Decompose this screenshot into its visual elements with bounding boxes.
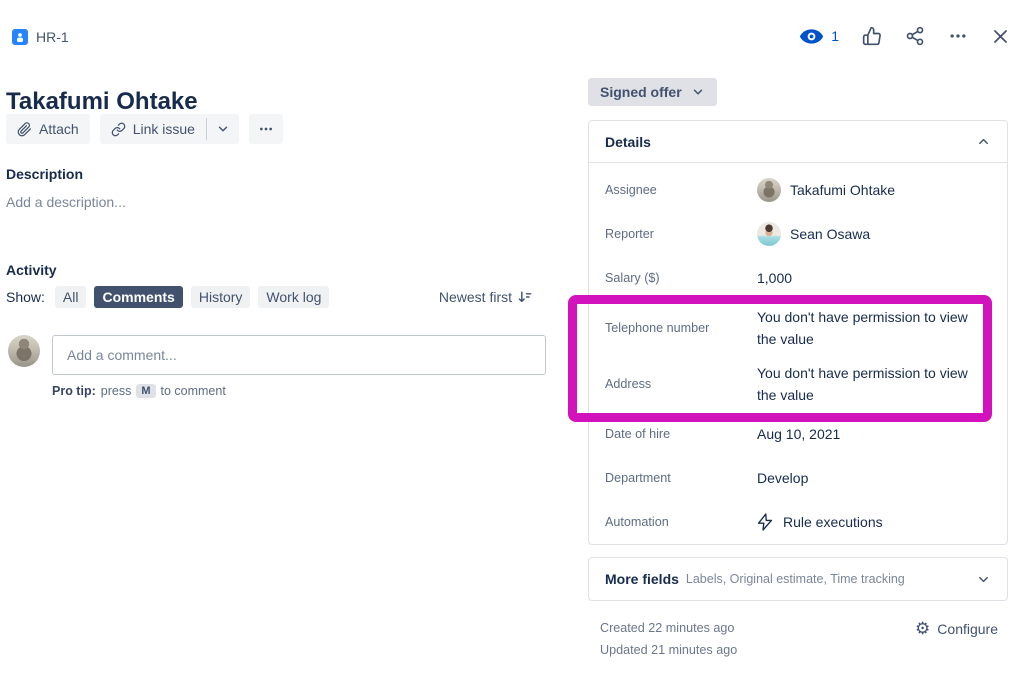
sort-order-button[interactable]: Newest first	[439, 289, 533, 305]
details-panel-header[interactable]: Details	[589, 121, 1007, 163]
protip-prefix: Pro tip:	[52, 384, 96, 398]
field-label: Department	[605, 471, 757, 485]
link-issue-button-group: Link issue	[100, 114, 239, 144]
field-label: Date of hire	[605, 427, 757, 441]
protip-press: press	[101, 384, 132, 398]
sort-label: Newest first	[439, 289, 512, 305]
protip-suffix: to comment	[161, 384, 226, 398]
field-label: Reporter	[605, 227, 757, 241]
field-label: Automation	[605, 515, 757, 529]
field-row-department: Department Develop	[605, 456, 991, 500]
attach-label: Attach	[39, 121, 79, 137]
assignee-avatar	[757, 178, 781, 202]
chevron-down-icon	[691, 85, 705, 99]
link-issue-button[interactable]: Link issue	[100, 114, 206, 144]
details-fields: Assignee Takafumi Ohtake Reporter Sean O…	[589, 163, 1007, 544]
reporter-name: Sean Osawa	[790, 223, 870, 245]
details-heading: Details	[605, 134, 651, 150]
keyboard-key-badge: M	[136, 384, 155, 398]
activity-heading: Activity	[6, 262, 57, 278]
description-heading: Description	[6, 166, 83, 182]
chevron-down-icon	[976, 572, 991, 587]
gear-icon: ⚙	[915, 620, 930, 637]
show-label: Show:	[6, 289, 45, 305]
issue-type-icon	[12, 29, 28, 45]
attach-button[interactable]: Attach	[6, 114, 90, 144]
tab-comments[interactable]: Comments	[94, 286, 182, 308]
close-icon[interactable]	[991, 27, 1010, 46]
salary-value[interactable]: 1,000	[757, 267, 991, 289]
configure-label: Configure	[937, 621, 998, 637]
toolbar-more-button[interactable]	[249, 114, 283, 144]
link-issue-dropdown-button[interactable]	[207, 114, 239, 144]
field-row-salary: Salary ($) 1,000	[605, 256, 991, 300]
tab-history[interactable]: History	[191, 286, 251, 308]
assignee-value[interactable]: Takafumi Ohtake	[757, 178, 991, 202]
reporter-avatar	[757, 222, 781, 246]
field-row-automation: Automation Rule executions	[605, 500, 991, 544]
watch-count: 1	[831, 28, 839, 44]
details-panel: Details Assignee Takafumi Ohtake Reporte…	[588, 120, 1008, 545]
field-row-assignee: Assignee Takafumi Ohtake	[605, 168, 991, 212]
activity-filter-row: Show: All Comments History Work log Newe…	[6, 286, 533, 308]
comment-input[interactable]	[52, 335, 546, 375]
updated-timestamp: Updated 21 minutes ago	[600, 643, 737, 657]
paperclip-icon	[17, 122, 32, 137]
page-title[interactable]: Takafumi Ohtake	[6, 88, 198, 116]
comment-row	[8, 335, 546, 375]
like-button[interactable]	[862, 26, 882, 46]
watch-button[interactable]: 1	[799, 28, 839, 45]
status-dropdown[interactable]: Signed offer	[588, 78, 717, 106]
sort-descending-icon	[517, 289, 533, 305]
telephone-permission-message: You don't have permission to view the va…	[757, 306, 991, 350]
share-button[interactable]	[905, 26, 925, 46]
breadcrumb[interactable]: HR-1	[12, 29, 69, 45]
link-icon	[111, 122, 126, 137]
configure-button[interactable]: ⚙ Configure	[915, 620, 998, 637]
current-user-avatar	[8, 335, 40, 367]
field-row-address: Address You don't have permission to vie…	[605, 356, 991, 412]
field-row-reporter: Reporter Sean Osawa	[605, 212, 991, 256]
description-placeholder[interactable]: Add a description...	[6, 194, 126, 210]
chevron-down-icon	[216, 122, 230, 136]
lightning-icon	[757, 513, 773, 531]
status-label: Signed offer	[600, 84, 682, 100]
assignee-name: Takafumi Ohtake	[790, 179, 895, 201]
tab-work-log[interactable]: Work log	[258, 286, 329, 308]
field-label: Salary ($)	[605, 271, 757, 285]
issue-key[interactable]: HR-1	[36, 29, 69, 45]
more-actions-button[interactable]	[948, 26, 968, 46]
more-fields-panel[interactable]: More fields Labels, Original estimate, T…	[588, 557, 1008, 601]
tab-all[interactable]: All	[55, 286, 87, 308]
toolbar: Attach Link issue	[6, 114, 283, 144]
address-permission-message: You don't have permission to view the va…	[757, 362, 991, 406]
header-actions: 1	[799, 26, 1010, 46]
more-fields-label: More fields	[605, 571, 679, 587]
link-issue-label: Link issue	[133, 121, 195, 137]
field-label: Address	[605, 377, 757, 391]
field-label: Assignee	[605, 183, 757, 197]
field-label: Telephone number	[605, 321, 757, 335]
field-row-telephone: Telephone number You don't have permissi…	[605, 300, 991, 356]
rule-executions-link[interactable]: Rule executions	[757, 511, 991, 533]
created-timestamp: Created 22 minutes ago	[600, 621, 734, 635]
reporter-value[interactable]: Sean Osawa	[757, 222, 991, 246]
chevron-up-icon[interactable]	[976, 134, 991, 149]
automation-label: Rule executions	[783, 511, 883, 533]
field-row-date-of-hire: Date of hire Aug 10, 2021	[605, 412, 991, 456]
eye-icon	[799, 28, 824, 45]
comment-protip: Pro tip: press M to comment	[52, 384, 226, 398]
date-of-hire-value[interactable]: Aug 10, 2021	[757, 423, 991, 445]
more-fields-summary: Labels, Original estimate, Time tracking	[686, 572, 905, 586]
department-value[interactable]: Develop	[757, 467, 991, 489]
